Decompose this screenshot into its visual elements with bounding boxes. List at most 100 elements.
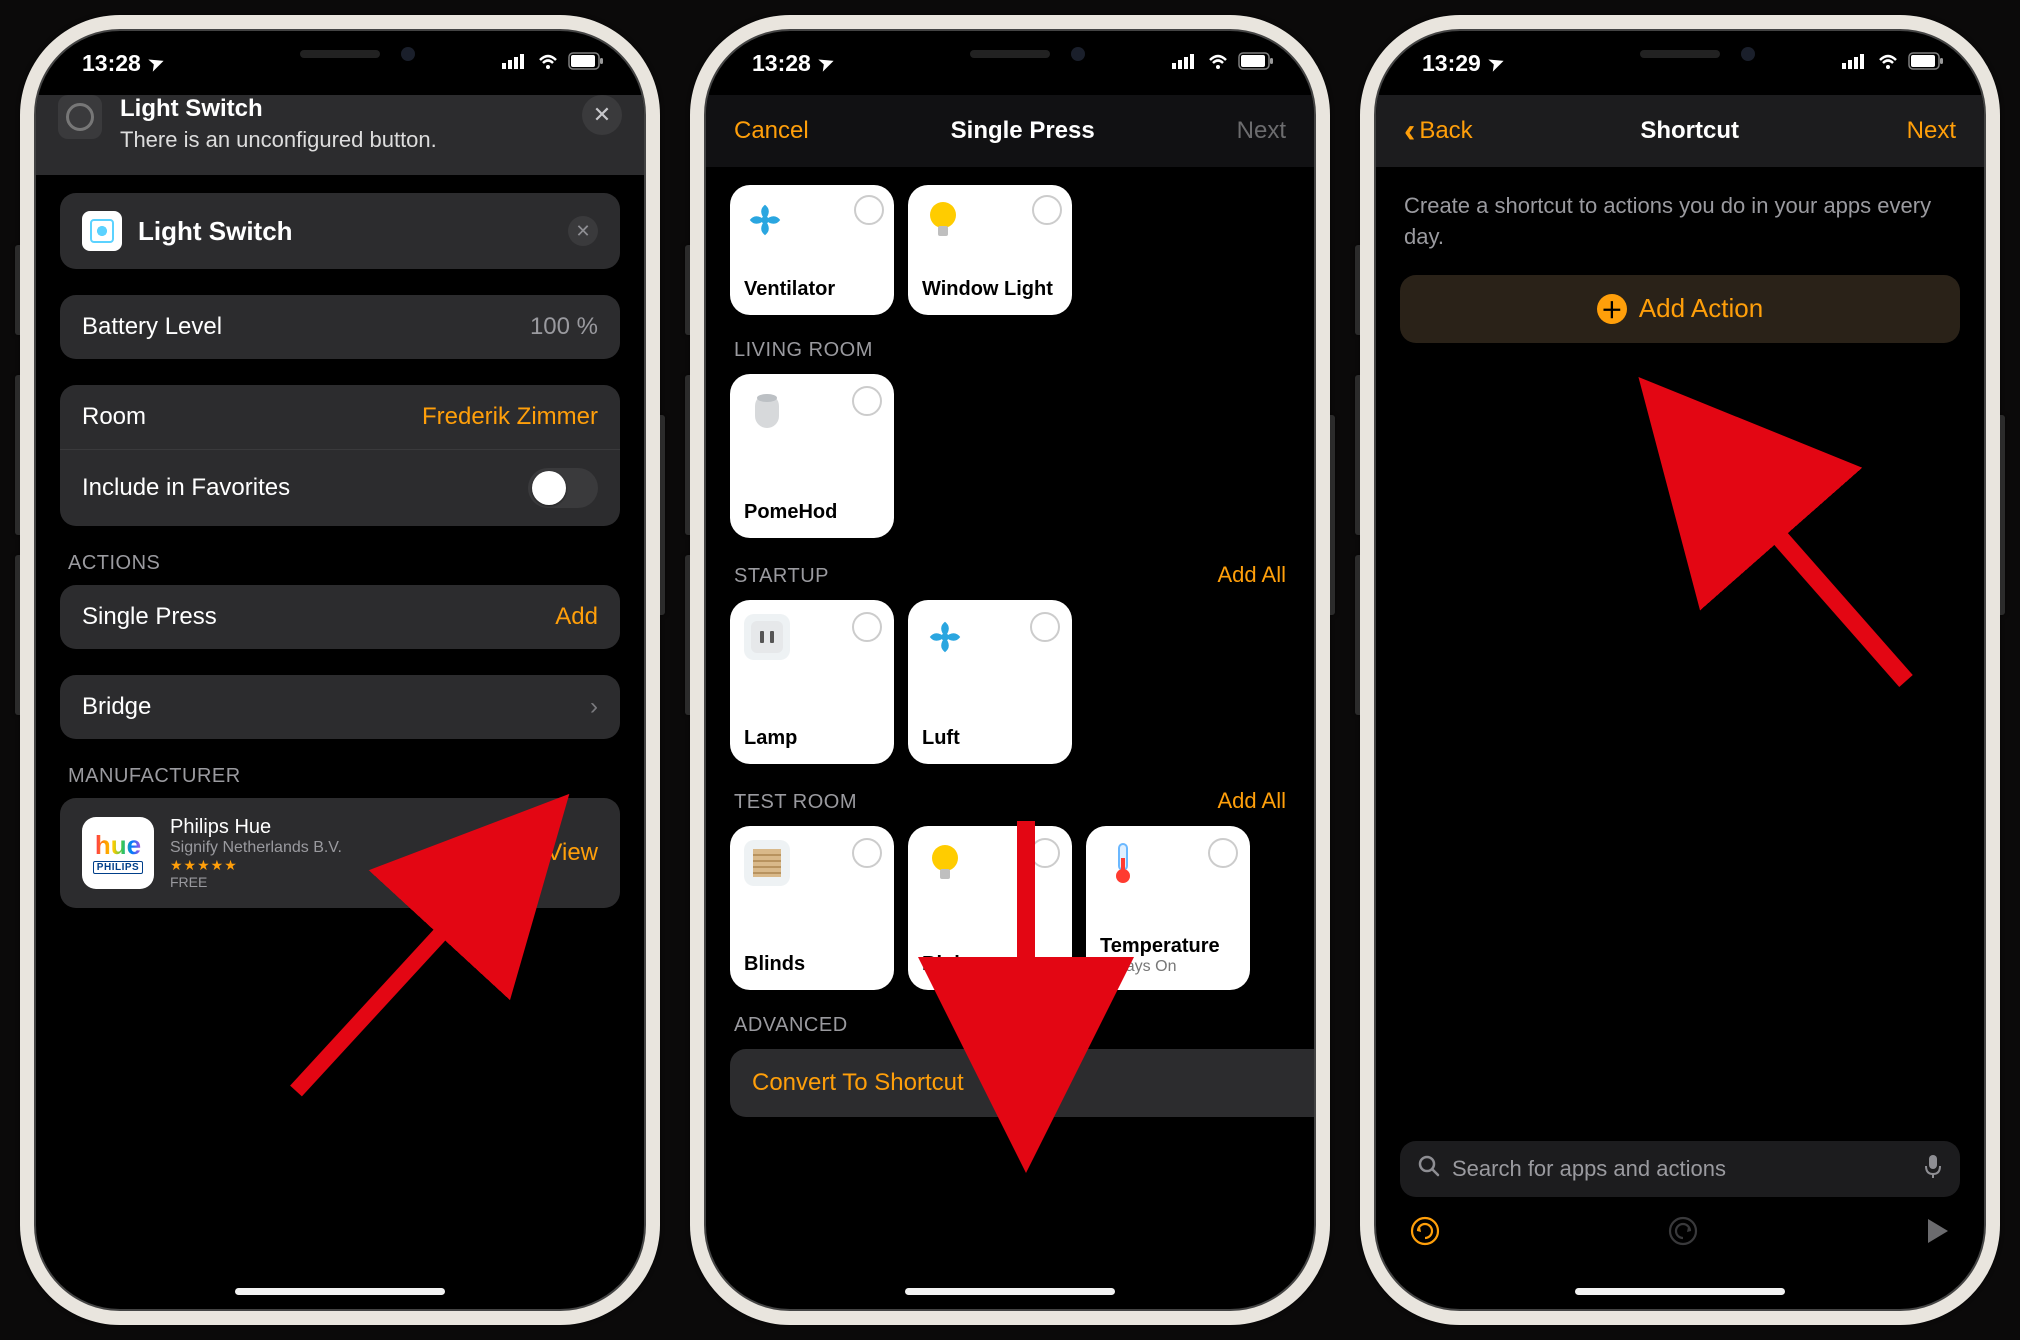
add-action-button[interactable]: ＋ Add Action [1400, 275, 1960, 343]
room-label: Room [82, 403, 146, 431]
favorites-cell[interactable]: Include in Favorites [60, 449, 620, 526]
nav-bar: Cancel Single Press Next [706, 95, 1314, 167]
startup-section: STARTUP [734, 565, 829, 588]
tile-label: Temperature [1100, 935, 1236, 958]
close-button[interactable]: ✕ [582, 95, 622, 135]
location-icon: ➤ [1486, 51, 1507, 76]
single-press-add[interactable]: Add [555, 603, 598, 631]
selection-circle[interactable] [852, 386, 882, 416]
selection-circle[interactable] [852, 838, 882, 868]
room-cell[interactable]: Room Frederik Zimmer [60, 385, 620, 449]
phone-frame-3: 13:29➤ ‹Back Shortcut Next Create a shor… [1360, 15, 2000, 1325]
bridge-label: Bridge [82, 693, 151, 721]
blinds-icon [744, 840, 790, 886]
living-room-section: LIVING ROOM [734, 339, 873, 362]
tile-blub-group[interactable]: Blub group [908, 826, 1072, 990]
battery-value: 100 % [530, 313, 598, 341]
favorites-label: Include in Favorites [82, 474, 290, 502]
status-time: 13:28 [752, 50, 811, 77]
home-indicator[interactable] [1575, 1288, 1785, 1295]
header-subtitle: There is an unconfigured button. [120, 127, 564, 153]
tile-window-light[interactable]: Window Light [908, 185, 1072, 315]
manufacturer-cell[interactable]: huePHILIPS Philips Hue Signify Netherlan… [60, 798, 620, 908]
fan-icon [922, 614, 968, 660]
outlet-icon [744, 614, 790, 660]
signal-icon [1842, 53, 1868, 74]
tile-luft[interactable]: Luft [908, 600, 1072, 764]
bulb-icon [920, 197, 966, 243]
home-indicator[interactable] [235, 1288, 445, 1295]
location-icon: ➤ [816, 51, 837, 76]
home-indicator[interactable] [905, 1288, 1115, 1295]
hue-rating: ★★★★★ [170, 857, 342, 874]
homepod-icon [744, 388, 790, 434]
tile-label: Blub group [922, 953, 1058, 976]
add-all-testroom[interactable]: Add All [1218, 788, 1287, 814]
cancel-button[interactable]: Cancel [734, 117, 809, 145]
battery-icon [1238, 52, 1274, 75]
selection-circle[interactable] [854, 195, 884, 225]
tile-label: Blinds [744, 953, 880, 976]
wifi-icon [1206, 52, 1230, 75]
light-switch-icon [82, 211, 122, 251]
selection-circle[interactable] [1030, 612, 1060, 642]
signal-icon [502, 53, 528, 74]
back-chevron-icon: ‹ [1404, 112, 1415, 151]
battery-level-cell: Battery Level 100 % [60, 295, 620, 359]
plus-icon: ＋ [1597, 294, 1627, 324]
clear-icon: ✕ [575, 221, 590, 242]
bridge-cell[interactable]: Bridge › [60, 675, 620, 739]
selection-circle[interactable] [1208, 838, 1238, 868]
signal-icon [1172, 53, 1198, 74]
selection-circle[interactable] [852, 612, 882, 642]
tile-temperature[interactable]: Temperature Always On [1086, 826, 1250, 990]
footer-toolbar [1400, 1209, 1960, 1259]
bulb-icon [922, 840, 968, 886]
actions-section-label: ACTIONS [68, 552, 612, 575]
next-button[interactable]: Next [1237, 117, 1286, 145]
battery-icon [1908, 52, 1944, 75]
mic-icon[interactable] [1924, 1154, 1942, 1184]
tile-label: Luft [922, 727, 1058, 750]
tile-lamp[interactable]: Lamp [730, 600, 894, 764]
tile-label: PomeHod [744, 501, 880, 524]
selection-circle[interactable] [1032, 195, 1062, 225]
manufacturer-section-label: MANUFACTURER [68, 765, 612, 788]
hue-view[interactable]: View [546, 839, 598, 867]
phone-frame-2: 13:28➤ Cancel Single Press Next [690, 15, 1330, 1325]
clear-name-button[interactable]: ✕ [568, 216, 598, 246]
shortcut-description: Create a shortcut to actions you do in y… [1404, 191, 1956, 253]
tile-ventilator[interactable]: Ventilator [730, 185, 894, 315]
accessory-name-cell[interactable]: Light Switch ✕ [60, 193, 620, 269]
tile-blinds[interactable]: Blinds [730, 826, 894, 990]
tile-label: Lamp [744, 727, 880, 750]
fan-icon [742, 197, 788, 243]
notch [1535, 29, 1825, 79]
tile-sublabel: Always On [1100, 958, 1236, 976]
undo-button[interactable] [1410, 1216, 1440, 1253]
accessory-name: Light Switch [138, 216, 293, 247]
wifi-icon [536, 52, 560, 75]
convert-to-shortcut-button[interactable]: Convert To Shortcut [730, 1049, 1314, 1117]
favorites-toggle[interactable] [528, 468, 598, 508]
phone-frame-1: 13:28➤ [20, 15, 660, 1325]
tile-pomehod[interactable]: PomeHod [730, 374, 894, 538]
selection-circle[interactable] [1030, 838, 1060, 868]
next-button[interactable]: Next [1907, 117, 1956, 145]
thermometer-icon [1100, 840, 1146, 886]
play-button[interactable] [1926, 1217, 1950, 1252]
hue-company: Signify Netherlands B.V. [170, 839, 342, 857]
tile-label: Ventilator [744, 278, 880, 301]
single-press-cell[interactable]: Single Press Add [60, 585, 620, 649]
advanced-section: ADVANCED [734, 1014, 848, 1037]
switch-icon [58, 95, 102, 139]
back-button[interactable]: ‹Back [1404, 112, 1473, 151]
status-time: 13:28 [82, 50, 141, 77]
battery-label: Battery Level [82, 313, 222, 341]
room-value: Frederik Zimmer [422, 403, 598, 431]
testroom-section: TEST ROOM [734, 791, 857, 814]
search-bar[interactable]: Search for apps and actions [1400, 1141, 1960, 1197]
accessory-header: Light Switch There is an unconfigured bu… [36, 95, 644, 175]
add-all-startup[interactable]: Add All [1218, 562, 1287, 588]
chevron-icon: › [590, 693, 598, 721]
